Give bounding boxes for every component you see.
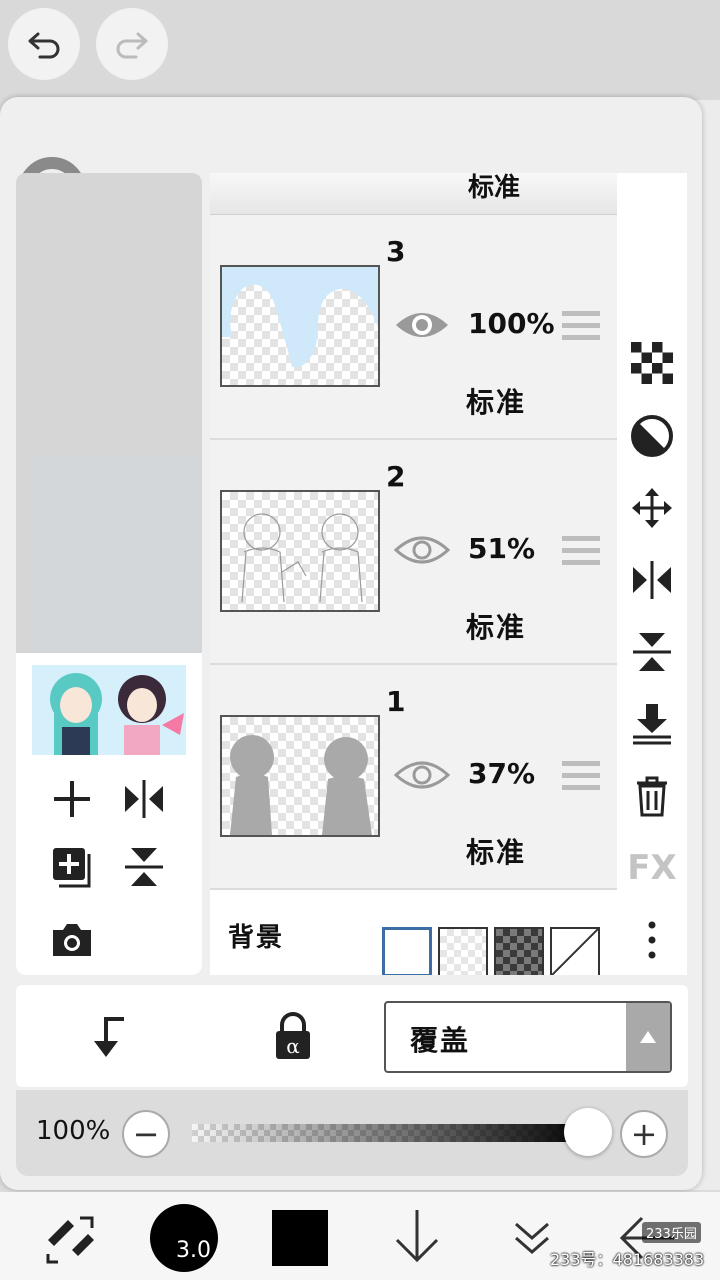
drag-handle-icon[interactable] <box>562 761 600 791</box>
background-none-option[interactable] <box>550 927 600 975</box>
canvas-preview <box>16 173 202 975</box>
background-checker-light-option[interactable] <box>438 927 488 975</box>
layer-blend-mode: 标准 <box>466 836 527 869</box>
opacity-decrease-button[interactable]: − <box>122 1110 170 1158</box>
layer-number: 3 <box>386 235 406 268</box>
blend-mode-value: 覆盖 <box>410 1024 471 1057</box>
flip-vertical-icon <box>125 848 163 886</box>
diagonal-slash-icon <box>551 928 599 975</box>
merge-down-icon <box>633 704 671 745</box>
arrow-down-icon[interactable] <box>392 1206 442 1266</box>
layer-number: 2 <box>386 460 406 493</box>
opacity-slider-knob[interactable] <box>564 1108 612 1156</box>
more-options-button[interactable] <box>627 915 677 965</box>
layer-tools: FX <box>617 173 687 975</box>
layer-row[interactable]: 1 37% 标准 <box>210 665 617 890</box>
dropdown-arrow-icon[interactable] <box>626 1003 670 1071</box>
color-swatch-button[interactable] <box>272 1210 328 1266</box>
adjust-button[interactable] <box>627 411 677 461</box>
contrast-icon <box>631 415 673 457</box>
layer-opacity[interactable]: 100% <box>468 307 555 340</box>
visibility-eye-icon[interactable] <box>394 530 450 570</box>
svg-text:α: α <box>286 1034 300 1058</box>
brush-size-button[interactable]: 3.0 <box>150 1204 218 1272</box>
drag-handle-icon[interactable] <box>562 311 600 341</box>
brush-size-value: 3.0 <box>176 1238 211 1263</box>
flip-horizontal-icon <box>125 780 163 818</box>
layer-thumbnail[interactable] <box>220 715 380 837</box>
move-button[interactable] <box>627 483 677 533</box>
background-label: 背景 <box>228 923 285 953</box>
layer-number: 1 <box>386 685 406 718</box>
swap-tools-icon[interactable] <box>42 1210 98 1266</box>
drag-handle-icon[interactable] <box>562 536 600 566</box>
layer-list[interactable]: 标准 3 100% 标准 2 51% 标准 1 37% 标准 背景 <box>210 173 617 975</box>
duplicate-layer-button[interactable] <box>42 837 102 897</box>
watermark-text: 233号：481683383 <box>550 1250 705 1269</box>
redo-icon <box>116 32 148 59</box>
artwork-thumbnail <box>32 665 186 755</box>
layer-blend-mode: 标准 <box>466 386 527 419</box>
opacity-value: 100% <box>36 1116 111 1146</box>
add-layer-button[interactable] <box>42 769 102 829</box>
opacity-increase-button[interactable]: + <box>620 1110 668 1158</box>
layer-thumbnail[interactable] <box>220 265 380 387</box>
camera-button[interactable] <box>42 909 102 969</box>
watermark-badge: 233乐园 <box>642 1222 701 1243</box>
canvas-ghost <box>34 455 202 655</box>
layer-partial-mode: 标准 <box>468 173 521 203</box>
visibility-eye-icon[interactable] <box>394 305 450 345</box>
trash-icon <box>637 776 667 817</box>
undo-icon <box>28 32 60 59</box>
layer-blend-mode: 标准 <box>466 611 527 644</box>
layer-row[interactable]: 2 51% 标准 <box>210 440 617 665</box>
layer-opacity[interactable]: 51% <box>468 532 535 565</box>
move-icon <box>632 488 672 528</box>
background-checker-dark-option[interactable] <box>494 927 544 975</box>
camera-icon <box>53 924 91 956</box>
flip-vertical-tool-button[interactable] <box>627 627 677 677</box>
redo-button[interactable] <box>96 8 168 80</box>
flip-vertical-icon <box>633 633 671 671</box>
blend-bar: α 覆盖 <box>16 985 688 1087</box>
bottom-toolbar: 3.0 233乐园 233号：481683383 <box>0 1192 720 1280</box>
layer-row[interactable]: 3 100% 标准 <box>210 215 617 440</box>
flip-horizontal-button[interactable] <box>114 769 174 829</box>
undo-button[interactable] <box>8 8 80 80</box>
delete-layer-button[interactable] <box>627 771 677 821</box>
transparency-button[interactable] <box>627 338 677 388</box>
opacity-bar: 100% − + <box>16 1090 688 1176</box>
blend-mode-select[interactable]: 覆盖 <box>384 1001 672 1073</box>
plus-icon <box>54 781 90 817</box>
clipping-arrow-icon[interactable] <box>84 1013 134 1063</box>
more-vertical-icon <box>648 921 656 959</box>
preview-tools <box>16 759 202 975</box>
layer-opacity[interactable]: 37% <box>468 757 535 790</box>
merge-down-button[interactable] <box>627 699 677 749</box>
flip-horizontal-tool-button[interactable] <box>627 555 677 605</box>
layer-thumbnail[interactable] <box>220 490 380 612</box>
background-white-option[interactable] <box>382 927 432 975</box>
duplicate-layer-icon <box>53 848 91 888</box>
alpha-lock-icon[interactable]: α <box>268 1011 318 1061</box>
flip-vertical-button[interactable] <box>114 837 174 897</box>
opacity-slider-track[interactable] <box>192 1124 592 1142</box>
chevron-double-down-icon[interactable] <box>510 1218 554 1258</box>
layer-partial[interactable]: 标准 <box>210 173 617 215</box>
visibility-eye-icon[interactable] <box>394 755 450 795</box>
fx-button[interactable]: FX <box>627 843 677 893</box>
top-bar <box>0 0 720 100</box>
canvas-thumbnail[interactable] <box>16 653 202 759</box>
checkerboard-icon <box>631 342 673 384</box>
background-row: 背景 <box>210 891 617 975</box>
flip-horizontal-icon <box>633 561 671 599</box>
